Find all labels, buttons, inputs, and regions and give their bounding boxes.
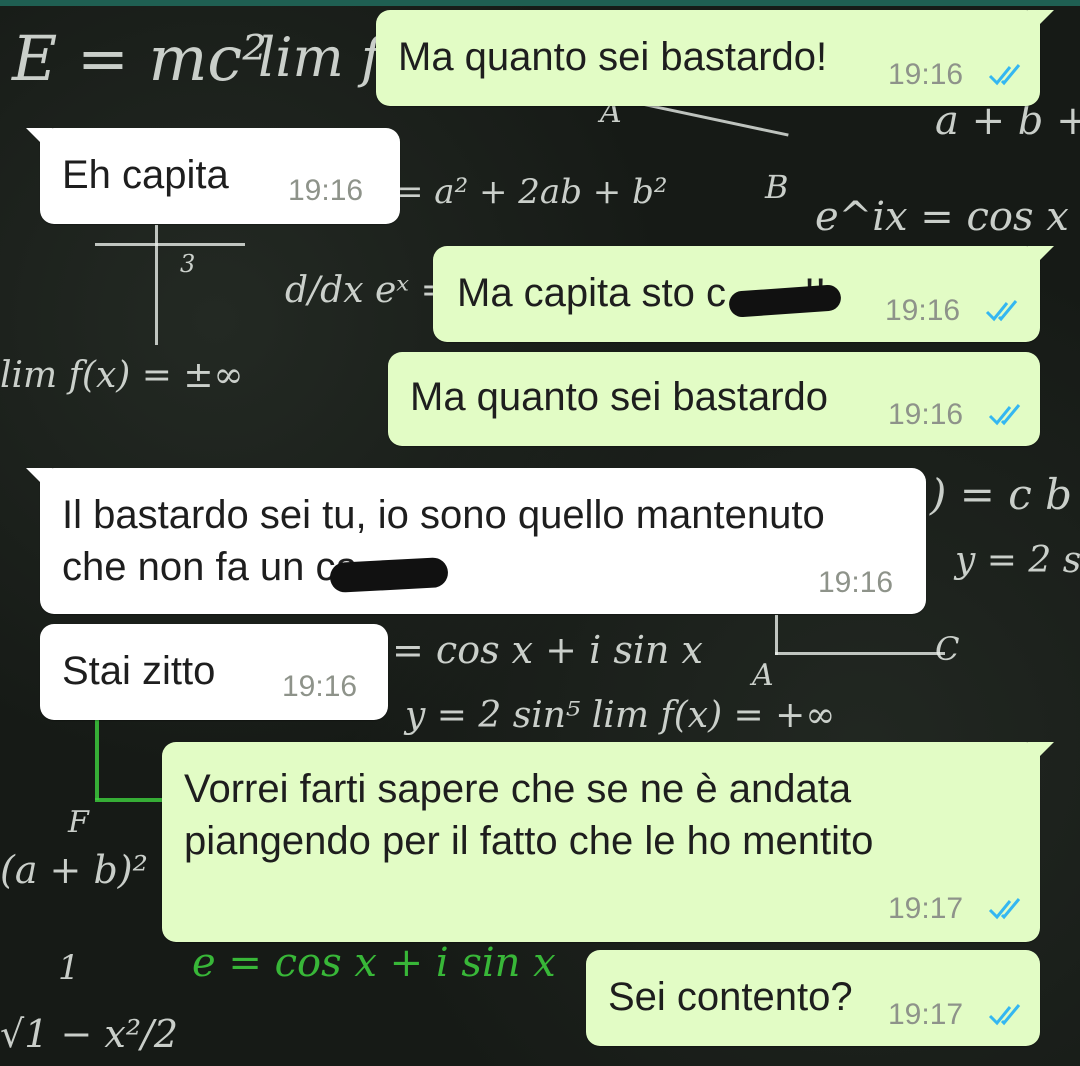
wallpaper-formula: y = 2 si [955, 540, 1080, 581]
message-text: Ma quanto sei bastardo! [398, 35, 828, 79]
message-time: 19:17 [888, 892, 964, 925]
wallpaper-formula: lim f [258, 26, 381, 89]
wallpaper-formula: √1 − x²/2 [0, 1012, 179, 1056]
double-check-read-icon [988, 898, 1021, 920]
top-bar-edge [0, 0, 1080, 6]
wallpaper-formula: e^ix = cos x + i sin x [815, 194, 1080, 240]
wallpaper-triangle-line [775, 615, 778, 655]
bubble-tail [26, 468, 52, 494]
bubble-tail [26, 128, 52, 154]
wallpaper-triangle-line [641, 102, 789, 137]
message-text: Ma quanto sei bastardo [410, 375, 829, 419]
message-text: Stai zitto [62, 649, 216, 693]
message-bubble-outgoing[interactable]: Ma capita sto c!! 19:16 [433, 246, 1054, 342]
message-text-line: Il bastardo sei tu, io sono quello mante… [62, 493, 825, 537]
message-bubble-outgoing[interactable]: Vorrei farti sapere che se ne è andata p… [162, 742, 1054, 942]
double-check-read-icon [988, 404, 1021, 426]
message-text: Eh capita [62, 153, 229, 197]
message-bubble-outgoing[interactable]: Ma quanto sei bastardo 19:16 [388, 352, 1040, 446]
double-check-read-icon [988, 1004, 1021, 1026]
message-text-line: Vorrei farti sapere che se ne è andata [184, 767, 852, 811]
message-text-line: piangendo per il fatto che le ho mentito [184, 819, 874, 863]
wallpaper-formula: 1 [58, 948, 80, 988]
double-check-read-icon [985, 300, 1018, 322]
bubble-tail [1028, 742, 1054, 768]
message-text-line: che non fa un ca [62, 545, 358, 589]
wallpaper-formula: y = 2 sin⁵ lim f(x) = +∞ [405, 695, 836, 736]
message-time: 19:16 [888, 398, 964, 431]
wallpaper-green-line [95, 798, 165, 802]
message-time: 19:16 [282, 670, 358, 703]
censor-scribble [329, 556, 449, 594]
wallpaper-formula: d/dx eˣ = [285, 270, 451, 311]
wallpaper-formula: e = cos x + i sin x [192, 940, 556, 986]
wallpaper-formula: B [765, 168, 789, 206]
bubble-tail [1028, 10, 1054, 36]
wallpaper-formula: = cos x + i sin x [392, 628, 703, 672]
message-time: 19:17 [888, 998, 964, 1031]
message-bubble-outgoing[interactable]: Ma quanto sei bastardo! 19:16 [376, 10, 1054, 106]
wallpaper-formula: F [68, 805, 89, 840]
wallpaper-formula: = a² + 2ab + b² [395, 172, 668, 212]
message-bubble-incoming[interactable]: Stai zitto 19:16 [40, 624, 388, 720]
wallpaper-formula: ) = c b [930, 470, 1073, 519]
bubble-tail [1028, 246, 1054, 272]
message-bubble-outgoing[interactable]: Sei contento? 19:17 [586, 950, 1040, 1046]
wallpaper-formula: C [935, 630, 960, 668]
double-check-read-icon [988, 64, 1021, 86]
wallpaper-formula: A [752, 658, 774, 693]
message-time: 19:16 [888, 58, 964, 91]
message-time: 19:16 [288, 174, 364, 207]
wallpaper-formula: E = mc² [12, 22, 267, 95]
wallpaper-triangle-line [775, 652, 945, 655]
message-bubble-incoming[interactable]: Il bastardo sei tu, io sono quello mante… [26, 468, 926, 614]
message-time: 19:16 [818, 566, 894, 599]
wallpaper-axis-line [95, 243, 245, 246]
message-text: Sei contento? [608, 975, 853, 1019]
message-bubble-incoming[interactable]: Eh capita 19:16 [26, 128, 400, 224]
wallpaper-formula: 3 [180, 250, 196, 278]
message-time: 19:16 [885, 294, 961, 327]
wallpaper-formula: lim f(x) = ±∞ [0, 355, 244, 396]
